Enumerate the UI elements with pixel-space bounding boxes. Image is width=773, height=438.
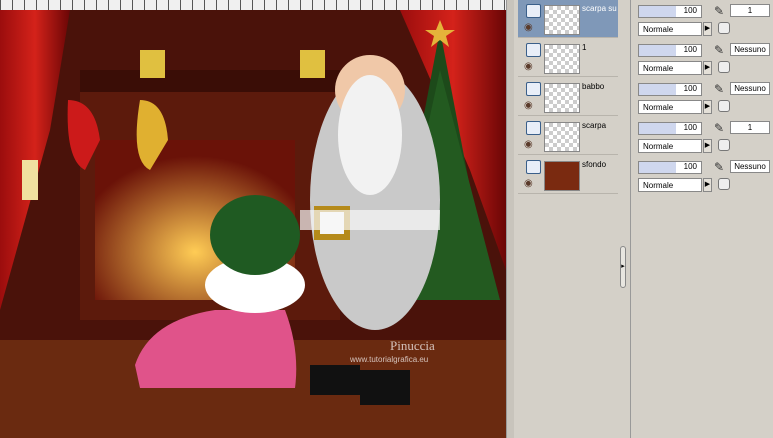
chevron-right-icon[interactable]: ▶	[703, 139, 712, 153]
lock-icon[interactable]	[718, 22, 730, 34]
layer-type-icon	[526, 82, 541, 96]
brush-icon[interactable]: ✎	[714, 82, 724, 96]
opacity-slider[interactable]: 100	[638, 83, 702, 96]
layer-name: sfondo	[582, 160, 607, 169]
brush-icon[interactable]: ✎	[714, 43, 724, 57]
lock-icon[interactable]	[718, 100, 730, 112]
layer-row[interactable]: ◉ scarpa su	[518, 0, 618, 38]
layer-name: babbo	[582, 82, 605, 91]
lock-icon[interactable]	[718, 61, 730, 73]
blend-mode-select[interactable]: Normale	[638, 22, 702, 36]
brush-icon[interactable]: ✎	[714, 4, 724, 18]
lock-icon[interactable]	[718, 178, 730, 190]
layer-thumbnail	[544, 83, 580, 113]
layer-prop-row: 100 Normale ▶ ✎ Nessuno	[636, 156, 773, 194]
link-group-field[interactable]: 1	[730, 121, 770, 134]
blend-mode-select[interactable]: Normale	[638, 178, 702, 192]
chevron-right-icon[interactable]: ▶	[703, 22, 712, 36]
collapse-grip-icon[interactable]: ▸	[620, 246, 626, 288]
link-group-field[interactable]: 1	[730, 4, 770, 17]
eye-icon[interactable]: ◉	[524, 61, 533, 72]
layer-type-icon	[526, 4, 541, 18]
layers-palette: ◉ scarpa su ◉ 1 ◉ babbo ◉ scarpa ◉ sfond…	[514, 0, 773, 438]
lock-icon[interactable]	[718, 139, 730, 151]
blend-mode-select[interactable]: Normale	[638, 139, 702, 153]
eye-icon[interactable]: ◉	[524, 22, 533, 33]
link-group-field[interactable]: Nessuno	[730, 82, 770, 95]
christmas-scene: Pinuccia www.tutorialgrafica.eu	[0, 10, 506, 438]
layer-row[interactable]: ◉ babbo	[518, 78, 618, 116]
layer-type-icon	[526, 121, 541, 135]
eye-icon[interactable]: ◉	[524, 100, 533, 111]
chevron-right-icon[interactable]: ▶	[703, 178, 712, 192]
opacity-slider[interactable]: 100	[638, 122, 702, 135]
panel-divider	[630, 0, 631, 438]
layer-thumbnail	[544, 161, 580, 191]
layer-thumbnail	[544, 5, 580, 35]
image-canvas[interactable]: Pinuccia www.tutorialgrafica.eu	[0, 0, 506, 438]
chevron-right-icon[interactable]: ▶	[703, 100, 712, 114]
layer-row[interactable]: ◉ 1	[518, 39, 618, 77]
eye-icon[interactable]: ◉	[524, 178, 533, 189]
watermark-url: www.tutorialgrafica.eu	[349, 355, 428, 364]
opacity-slider[interactable]: 100	[638, 161, 702, 174]
layer-prop-row: 100 Normale ▶ ✎ 1	[636, 0, 773, 38]
chevron-right-icon[interactable]: ▶	[703, 61, 712, 75]
layer-prop-row: 100 Normale ▶ ✎ Nessuno	[636, 39, 773, 77]
layer-name: scarpa su	[582, 4, 617, 13]
layer-thumbnail	[544, 44, 580, 74]
layer-prop-row: 100 Normale ▶ ✎ Nessuno	[636, 78, 773, 116]
layer-type-icon	[526, 43, 541, 57]
watermark-name: Pinuccia	[390, 338, 435, 353]
opacity-slider[interactable]: 100	[638, 44, 702, 57]
blend-mode-select[interactable]: Normale	[638, 61, 702, 75]
layer-prop-row: 100 Normale ▶ ✎ 1	[636, 117, 773, 155]
layer-row[interactable]: ◉ sfondo	[518, 156, 618, 194]
brush-icon[interactable]: ✎	[714, 121, 724, 135]
layer-name: scarpa	[582, 121, 607, 130]
link-group-field[interactable]: Nessuno	[730, 160, 770, 173]
link-group-field[interactable]: Nessuno	[730, 43, 770, 56]
blend-mode-select[interactable]: Normale	[638, 100, 702, 114]
opacity-slider[interactable]: 100	[638, 5, 702, 18]
brush-icon[interactable]: ✎	[714, 160, 724, 174]
layer-type-icon	[526, 160, 541, 174]
layer-row[interactable]: ◉ scarpa	[518, 117, 618, 155]
eye-icon[interactable]: ◉	[524, 139, 533, 150]
layer-thumbnail	[544, 122, 580, 152]
layer-name: 1	[582, 43, 587, 52]
